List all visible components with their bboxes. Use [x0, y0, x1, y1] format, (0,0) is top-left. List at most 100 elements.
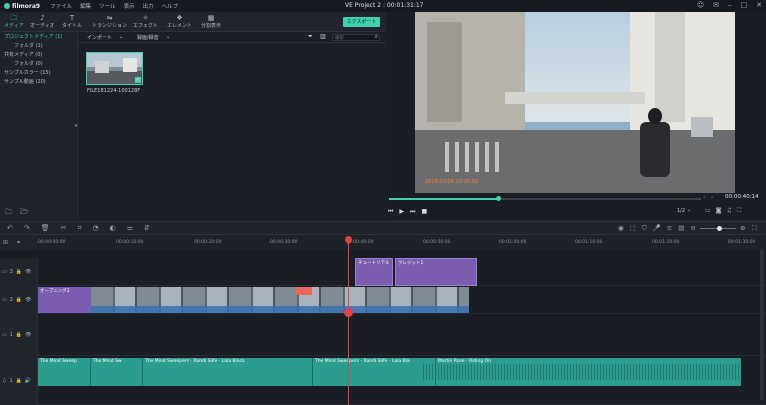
cut-icon[interactable]: ✂	[61, 224, 67, 233]
crop-icon[interactable]: ⌗	[78, 224, 82, 233]
fullscreen-icon[interactable]: ⛶	[737, 207, 741, 215]
lock-icon[interactable]: 🔒	[16, 297, 22, 303]
snapshot-icon[interactable]: ◙	[716, 207, 722, 215]
audio-clip[interactable]: The Mind Sweep	[38, 358, 91, 386]
folder-icon: 🗀	[10, 14, 18, 22]
timeline-ruler[interactable]: 00:00:00:00 00:00:10:00 00:00:20:00 00:0…	[38, 236, 766, 250]
collapse-sidebar-icon[interactable]: ◂	[74, 122, 77, 129]
step-forward-icon[interactable]: ⏭	[410, 208, 415, 216]
zoom-in-icon[interactable]: ⊕	[740, 224, 745, 232]
microphone-icon[interactable]: 🎤	[653, 224, 661, 233]
tab-audio[interactable]: ♪ オーディオ	[30, 14, 55, 29]
add-track-icon[interactable]: ⊞	[3, 239, 8, 246]
eye-icon[interactable]: 👁	[25, 297, 31, 303]
track-lane-1[interactable]	[38, 314, 766, 356]
sidebar-item-sample-colors[interactable]: サンプルカラー (15)	[4, 69, 51, 76]
track-lane-3[interactable]: チュートリアル クレジット1	[38, 258, 766, 286]
tab-transition[interactable]: ⇋ トランジション	[92, 14, 127, 29]
maximize-icon[interactable]: □	[741, 1, 748, 9]
eye-icon[interactable]: 👁	[25, 332, 31, 338]
redo-icon[interactable]: ↷	[24, 224, 30, 233]
preview-scrubber[interactable]	[496, 196, 502, 201]
minimize-icon[interactable]: –	[728, 1, 732, 9]
chevron-left-icon[interactable]: ‹	[703, 194, 705, 201]
audio-mixer-icon[interactable]: ⚌	[127, 224, 133, 233]
chevron-right-icon[interactable]: ›	[711, 194, 713, 201]
render-icon[interactable]: ◉	[618, 224, 624, 233]
monitor-icon[interactable]: ▭	[705, 207, 711, 215]
split-icon[interactable]: ⇵	[144, 224, 150, 233]
menu-help[interactable]: ヘルプ	[162, 2, 179, 10]
media-thumbnail[interactable]: ✓	[86, 52, 143, 85]
color-icon[interactable]: ◐	[110, 224, 116, 233]
timeline-right-tools: ◉ ⬚ ⛉ 🎤 ≡ ▤ ⊖	[618, 224, 696, 233]
menu-view[interactable]: 表示	[124, 2, 135, 10]
new-folder-icon[interactable]: 🗀	[5, 208, 12, 219]
marker-icon[interactable]: ⬚	[630, 224, 636, 233]
track-lane-2[interactable]: オープニング2	[38, 286, 766, 314]
menu-file[interactable]: ファイル	[50, 2, 72, 10]
playhead-cut-marker[interactable]	[344, 308, 353, 317]
lock-icon[interactable]: 🔒	[16, 378, 22, 384]
export-button[interactable]: エクスポート	[343, 17, 380, 27]
menu-tools[interactable]: ツール	[99, 2, 116, 10]
opener-clip[interactable]: オープニング2	[38, 287, 91, 313]
audio-clip[interactable]: The Mind Sw	[91, 358, 143, 386]
zoom-out-icon[interactable]: ⊖	[690, 224, 695, 233]
folder-settings-icon[interactable]: 🗁	[20, 208, 29, 219]
snapshot-icon[interactable]: ▤	[678, 224, 684, 233]
audio-track-lane[interactable]: The Mind Sweep The Mind Sw The Mind Swee…	[38, 356, 766, 405]
lock-icon[interactable]: 🔒	[16, 269, 22, 275]
speaker-icon[interactable]: 🔊	[25, 378, 31, 384]
playhead-line[interactable]	[348, 236, 349, 405]
audio-clip[interactable]: The Mind Sweepers - Randi Slife - Lala B…	[313, 358, 436, 386]
sidebar-item-shared-folder[interactable]: フォルダ (0)	[14, 60, 43, 67]
tab-title[interactable]: T タイトル	[62, 14, 82, 29]
ruler-tick: 00:00:50:00	[423, 240, 451, 245]
preview-time: 00:00:40:14	[725, 194, 759, 200]
preview-progress-track[interactable]	[389, 196, 701, 201]
fit-icon[interactable]: ⛶	[752, 224, 757, 233]
quality-dropdown[interactable]: 1/2	[677, 208, 685, 214]
audio-clip[interactable]: The Mind Sweepers - Randi Slife - Lala B…	[143, 358, 313, 386]
audio-clip[interactable]: Martin Rose - Riding On	[436, 358, 741, 386]
speed-icon[interactable]: ◔	[92, 224, 98, 233]
tab-effect[interactable]: ✧ エフェクト	[133, 14, 158, 29]
record-dropdown[interactable]: 録画/録音	[137, 34, 159, 41]
preview-video[interactable]: 2018/12/24 10:15:32	[415, 12, 735, 193]
filter-icon[interactable]: ⏷	[308, 33, 313, 41]
link-icon[interactable]: ⚭	[16, 239, 21, 246]
volume-icon[interactable]: ♫	[727, 207, 732, 215]
title-clip[interactable]: クレジット1	[395, 258, 477, 286]
user-icon[interactable]: ☺	[697, 1, 704, 9]
play-icon[interactable]: ▶	[399, 208, 404, 216]
lock-icon[interactable]: 🔒	[16, 332, 22, 338]
step-back-icon[interactable]: ⏮	[388, 208, 393, 216]
timeline-scrollbar[interactable]	[760, 250, 764, 400]
delete-icon[interactable]: 🗑	[41, 224, 50, 233]
title-clip[interactable]: チュートリアル	[355, 258, 393, 286]
transition-marker[interactable]	[296, 287, 312, 295]
search-input[interactable]: 検索 ⌕	[332, 34, 380, 41]
close-icon[interactable]: ✕	[756, 1, 762, 9]
sidebar-item-shared-media[interactable]: 共有メディア (0)	[4, 51, 42, 58]
menu-edit[interactable]: 編集	[80, 2, 91, 10]
sidebar-item-folder[interactable]: フォルダ (1)	[14, 42, 43, 49]
shield-icon[interactable]: ⛉	[642, 224, 647, 233]
menu-export[interactable]: 出力	[143, 2, 154, 10]
tab-media[interactable]: 🗀 メディア	[4, 14, 24, 29]
sidebar-item-sample-videos[interactable]: サンプル動画 (20)	[4, 78, 46, 85]
grid-view-icon[interactable]: ▥	[320, 33, 326, 40]
import-dropdown[interactable]: インポート	[87, 34, 112, 41]
mail-icon[interactable]: ✉	[713, 1, 719, 9]
stop-icon[interactable]: ■	[421, 208, 427, 216]
tab-element[interactable]: ❖ エレメント	[167, 14, 192, 29]
zoom-slider-handle[interactable]	[717, 226, 722, 231]
eye-icon[interactable]: 👁	[25, 269, 31, 275]
undo-icon[interactable]: ↶	[7, 224, 13, 233]
tab-split-screen[interactable]: ▦ 分割表示	[201, 14, 221, 29]
sidebar-item-project-media[interactable]: プロジェクトメディア (1)	[4, 33, 62, 40]
app-name: filmora9	[12, 2, 41, 10]
voiceover-icon[interactable]: ≡	[667, 224, 672, 233]
zoom-slider[interactable]	[700, 226, 736, 231]
